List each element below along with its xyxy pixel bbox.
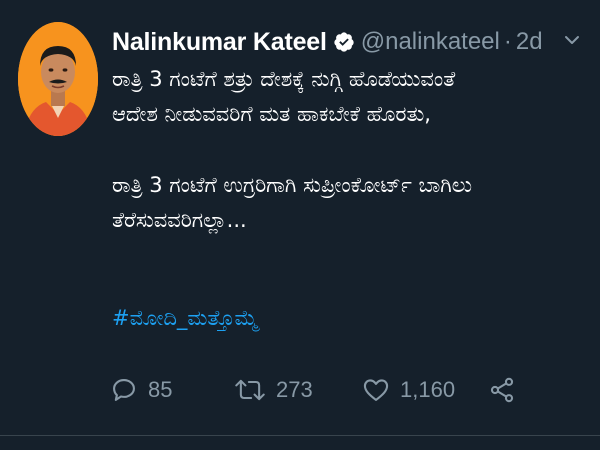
- like-count: 1,160: [400, 377, 456, 402]
- divider: [0, 435, 600, 436]
- tweet-timestamp[interactable]: 2d: [516, 28, 543, 56]
- reply-count: 85: [148, 377, 173, 402]
- chevron-down-icon[interactable]: [562, 30, 582, 50]
- tweet-line: ರಾತ್ರಿ 3 ಗಂಟೆಗೆ ಉಗ್ರರಿಗಾಗಿ ಸುಪ್ರೀಂಕೋರ್ಟ್…: [112, 173, 473, 197]
- tweet-card: Nalinkumar Kateel @nalinkateel · 2d ರಾತ್…: [0, 0, 600, 450]
- tweet-line: ರಾತ್ರಿ 3 ಗಂಟೆಗೆ ಶತ್ರು ದೇಶಕ್ಕೆ ನುಗ್ಗಿ ಹೊಡ…: [112, 67, 456, 91]
- hashtag-link[interactable]: #ಮೋದಿ_ಮತ್ತೊಮ್ಮೆ: [112, 306, 258, 331]
- author-name[interactable]: Nalinkumar Kateel: [112, 28, 327, 57]
- tweet-line: ಆದೇಶ ನೀಡುವವರಿಗೆ ಮತ ಹಾಕಬೇಕೆ ಹೊರತು,: [112, 102, 431, 126]
- tweet-line: ತೆರೆಸುವವರಿಗಲ್ಲಾ...: [112, 208, 247, 232]
- like-button[interactable]: 1,160: [362, 372, 455, 408]
- header-separator: ·: [503, 28, 512, 55]
- share-button[interactable]: [488, 372, 526, 408]
- avatar[interactable]: [18, 22, 98, 136]
- verified-badge-icon: [333, 31, 355, 53]
- tweet-text: ರಾತ್ರಿ 3 ಗಂಟೆಗೆ ಶತ್ರು ದೇಶಕ್ಕೆ ನುಗ್ಗಿ ಹೊಡ…: [112, 62, 582, 238]
- retweet-count: 273: [276, 377, 313, 402]
- retweet-button[interactable]: 273: [234, 372, 313, 408]
- author-handle[interactable]: @nalinkateel: [361, 28, 500, 56]
- share-icon: [490, 377, 514, 403]
- reply-button[interactable]: 85: [110, 372, 172, 408]
- reply-icon: [113, 379, 135, 401]
- heart-icon: [363, 379, 389, 401]
- retweet-icon: [235, 379, 265, 401]
- tweet-header: Nalinkumar Kateel @nalinkateel · 2d: [112, 22, 600, 62]
- tweet-actions: 85 273 1,160: [110, 372, 590, 408]
